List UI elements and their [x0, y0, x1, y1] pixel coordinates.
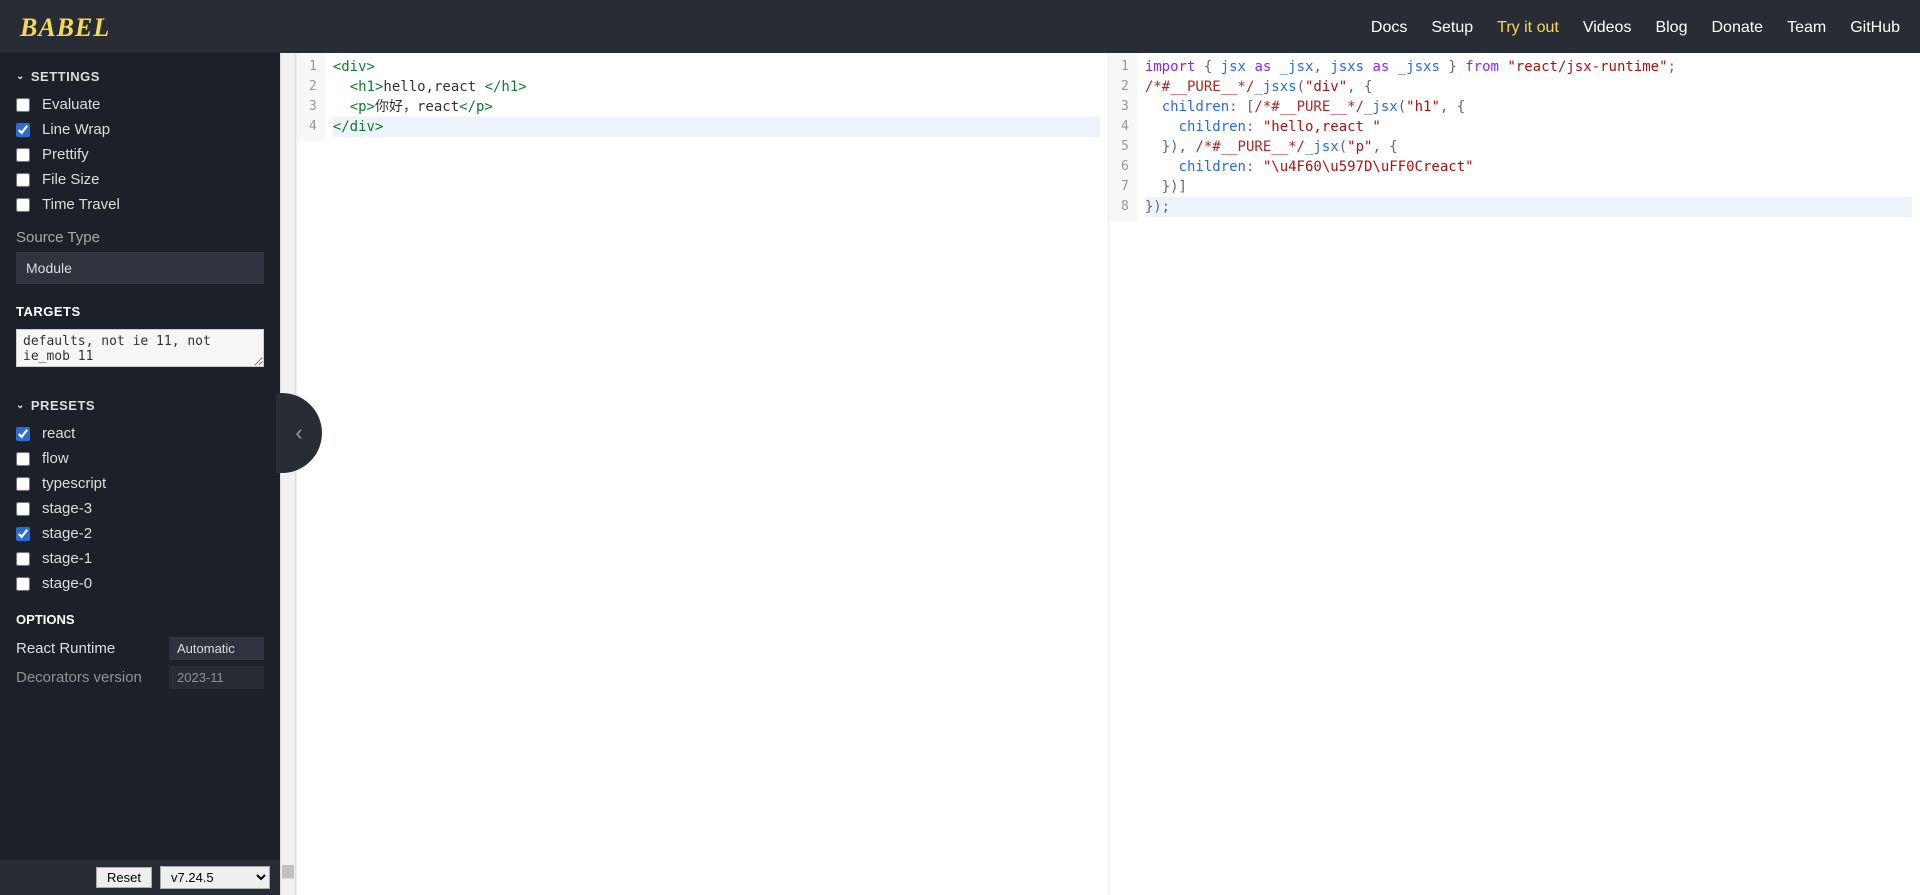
settings-header-label: SETTINGS: [31, 69, 100, 84]
setting-evaluate[interactable]: Evaluate: [16, 96, 264, 113]
chevron-down-icon: ⌄: [16, 400, 25, 411]
source-type-select[interactable]: Module: [16, 252, 264, 284]
option-decorators: Decorators version 2023-11: [16, 666, 264, 689]
preset-flow[interactable]: flow: [16, 450, 264, 467]
reset-button[interactable]: Reset: [96, 867, 152, 888]
setting-timetravel[interactable]: Time Travel: [16, 196, 264, 213]
nav-donate[interactable]: Donate: [1711, 19, 1763, 37]
preset-react-checkbox[interactable]: [16, 427, 30, 441]
setting-linewrap-label: Line Wrap: [42, 121, 110, 138]
option-react-runtime-select[interactable]: Automatic: [169, 637, 264, 660]
option-react-runtime: React Runtime Automatic: [16, 637, 264, 660]
preset-typescript[interactable]: typescript: [16, 475, 264, 492]
setting-filesize[interactable]: File Size: [16, 171, 264, 188]
preset-flow-checkbox[interactable]: [16, 452, 30, 466]
input-gutter: 1234: [297, 53, 325, 141]
preset-typescript-checkbox[interactable]: [16, 477, 30, 491]
preset-stage1-label: stage-1: [42, 550, 92, 567]
output-gutter: 12345678: [1109, 53, 1137, 221]
nav-blog[interactable]: Blog: [1655, 19, 1687, 37]
preset-react-label: react: [42, 425, 75, 442]
nav-github[interactable]: GitHub: [1850, 19, 1900, 37]
sidebar: ⌄ SETTINGS Evaluate Line Wrap Prettify File…: [0, 53, 280, 895]
option-decorators-select[interactable]: 2023-11: [169, 666, 264, 689]
nav-team[interactable]: Team: [1787, 19, 1826, 37]
output-editor[interactable]: 12345678 import { jsx as _jsx, jsxs as _…: [1108, 53, 1920, 895]
setting-filesize-label: File Size: [42, 171, 100, 188]
preset-typescript-label: typescript: [42, 475, 106, 492]
preset-flow-label: flow: [42, 450, 69, 467]
setting-prettify-label: Prettify: [42, 146, 89, 163]
preset-stage2[interactable]: stage-2: [16, 525, 264, 542]
targets-header: TARGETS: [16, 304, 264, 319]
input-editor[interactable]: 1234 <div> <h1>hello,react </h1> <p>你好，r…: [296, 53, 1108, 895]
output-code: import { jsx as _jsx, jsxs as _jsxs } fr…: [1137, 53, 1920, 221]
preset-stage0-checkbox[interactable]: [16, 577, 30, 591]
main-nav: Docs Setup Try it out Videos Blog Donate…: [1371, 19, 1900, 37]
setting-prettify-checkbox[interactable]: [16, 148, 30, 162]
setting-evaluate-checkbox[interactable]: [16, 98, 30, 112]
setting-timetravel-label: Time Travel: [42, 196, 120, 213]
preset-react[interactable]: react: [16, 425, 264, 442]
settings-header[interactable]: ⌄ SETTINGS: [16, 69, 264, 84]
setting-filesize-checkbox[interactable]: [16, 173, 30, 187]
chevron-down-icon: ⌄: [16, 71, 25, 82]
preset-stage1[interactable]: stage-1: [16, 550, 264, 567]
presets-header-label: PRESETS: [31, 398, 95, 413]
preset-stage2-checkbox[interactable]: [16, 527, 30, 541]
preset-stage3-checkbox[interactable]: [16, 502, 30, 516]
nav-setup[interactable]: Setup: [1431, 19, 1473, 37]
source-type-label: Source Type: [16, 229, 264, 246]
preset-stage0-label: stage-0: [42, 575, 92, 592]
preset-stage2-label: stage-2: [42, 525, 92, 542]
setting-linewrap-checkbox[interactable]: [16, 123, 30, 137]
sidebar-footer: Reset v7.24.5: [0, 860, 280, 895]
nav-videos[interactable]: Videos: [1583, 19, 1632, 37]
targets-input[interactable]: [16, 329, 264, 367]
preset-stage1-checkbox[interactable]: [16, 552, 30, 566]
options-header: OPTIONS: [16, 612, 264, 627]
nav-docs[interactable]: Docs: [1371, 19, 1407, 37]
setting-timetravel-checkbox[interactable]: [16, 198, 30, 212]
setting-linewrap[interactable]: Line Wrap: [16, 121, 264, 138]
preset-stage3[interactable]: stage-3: [16, 500, 264, 517]
chevron-left-icon: ‹: [295, 420, 302, 446]
nav-tryitout[interactable]: Try it out: [1497, 19, 1559, 37]
preset-stage0[interactable]: stage-0: [16, 575, 264, 592]
option-decorators-label: Decorators version: [16, 669, 142, 686]
presets-header[interactable]: ⌄ PRESETS: [16, 398, 264, 413]
setting-prettify[interactable]: Prettify: [16, 146, 264, 163]
sidebar-scrollbar[interactable]: [280, 53, 296, 895]
topbar: BABEL Docs Setup Try it out Videos Blog …: [0, 3, 1920, 53]
preset-stage3-label: stage-3: [42, 500, 92, 517]
version-select[interactable]: v7.24.5: [160, 866, 270, 889]
input-code[interactable]: <div> <h1>hello,react </h1> <p>你好，react<…: [325, 53, 1108, 141]
logo[interactable]: BABEL: [20, 13, 110, 43]
setting-evaluate-label: Evaluate: [42, 96, 100, 113]
option-react-runtime-label: React Runtime: [16, 640, 115, 657]
